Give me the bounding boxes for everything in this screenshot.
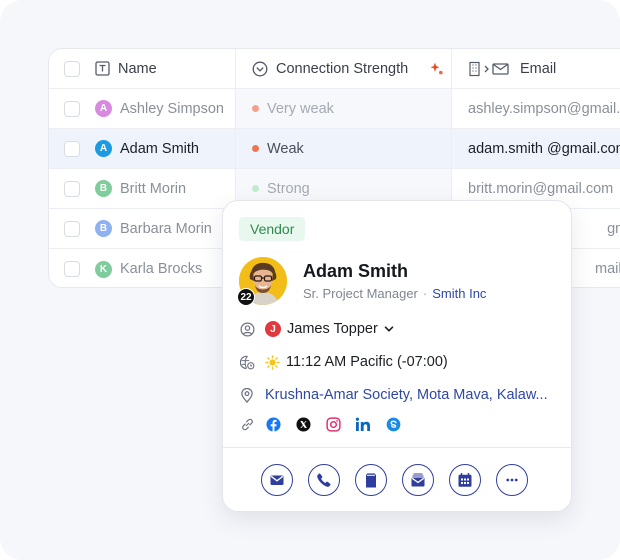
building-to-mail-icon [468,61,512,77]
facebook-icon[interactable] [265,416,281,432]
separator: · [422,286,428,301]
contact-name[interactable]: Britt Morin [120,181,186,197]
schedule-meeting-button[interactable] [449,464,481,496]
row-checkbox[interactable] [64,140,80,157]
contact-tag[interactable]: Vendor [239,217,306,241]
contact-name[interactable]: Barbara Morin [120,221,212,237]
local-time-row: 11:12 AM Pacific (-07:00) [239,354,448,370]
divider [223,447,571,448]
owner-row: J James Topper [239,321,394,337]
quick-actions [261,464,528,496]
local-time: 11:12 AM Pacific (-07:00) [286,354,448,370]
company-link[interactable]: Smith Inc [432,286,486,301]
envelope-icon [269,472,285,488]
location-link[interactable]: Krushna-Amar Society, Mota Mava, Kalaw..… [265,387,548,403]
social-links-row [239,416,415,432]
column-header-name[interactable]: Name [95,49,235,88]
contact-name[interactable]: Adam Smith [120,141,199,157]
photo-badge-count: 22 [237,288,255,306]
linkedin-icon[interactable] [355,416,371,432]
ellipsis-icon [504,472,520,488]
owner-avatar: J [265,321,281,337]
connection-strength: Strong [267,180,310,197]
row-checkbox[interactable] [64,180,80,197]
strength-dot [252,185,259,192]
instagram-icon[interactable] [325,416,341,432]
stacked-envelope-icon [410,472,426,488]
notepad-icon [363,472,379,488]
add-note-button[interactable] [355,464,387,496]
contact-subtitle: Sr. Project Manager · Smith Inc [303,286,486,301]
user-circle-icon [239,321,255,337]
connection-strength: Very weak [267,100,334,117]
column-header-connection-strength[interactable]: Connection Strength [235,49,451,88]
contact-name-heading: Adam Smith [303,261,409,281]
link-icon [239,416,255,432]
avatar: A [95,140,112,157]
email-value[interactable]: mail.com [595,261,620,277]
table-header: Name Connection Strength Email [49,49,620,89]
skype-icon[interactable] [385,416,401,432]
owner-name[interactable]: James Topper [287,321,378,337]
contact-name[interactable]: Ashley Simpson [120,101,224,117]
location-row: Krushna-Amar Society, Mota Mava, Kalaw..… [239,387,548,403]
x-twitter-icon[interactable] [295,416,311,432]
chevron-circle-icon [252,61,268,77]
table-row[interactable]: A Ashley Simpson Very weak ashley.simpson… [49,89,620,129]
contact-name[interactable]: Karla Brocks [120,261,202,277]
select-all-checkbox[interactable] [64,60,80,77]
text-field-icon [95,61,110,76]
map-pin-icon [239,387,255,403]
avatar: B [95,220,112,237]
more-actions-button[interactable] [496,464,528,496]
email-value[interactable]: gmail.c [607,221,620,237]
avatar: A [95,100,112,117]
email-value[interactable]: ashley.simpson@gmail. [468,101,620,117]
phone-icon [316,472,332,488]
call-button[interactable] [308,464,340,496]
send-email-button[interactable] [261,464,293,496]
column-header-email[interactable]: Email [451,49,620,88]
job-title: Sr. Project Manager [303,286,418,301]
table-row[interactable]: A Adam Smith Weak adam.smith @gmail.com [49,129,620,169]
row-checkbox[interactable] [64,100,80,117]
email-value[interactable]: britt.morin@gmail.com [468,181,613,197]
email-value[interactable]: adam.smith @gmail.com [468,141,620,157]
sun-icon [265,354,280,370]
calendar-icon [457,472,473,488]
strength-dot [252,105,259,112]
sparkle-icon [429,61,445,82]
connection-strength: Weak [267,140,304,157]
avatar: K [95,260,112,278]
row-checkbox[interactable] [64,220,80,237]
globe-clock-icon [239,354,255,370]
email-sequence-button[interactable] [402,464,434,496]
chevron-down-icon[interactable] [384,324,394,334]
row-checkbox[interactable] [64,261,80,277]
strength-dot [252,145,259,152]
avatar: B [95,180,112,197]
contact-preview-card: Vendor 22 Adam Smith Sr. Project Manager… [222,200,572,512]
